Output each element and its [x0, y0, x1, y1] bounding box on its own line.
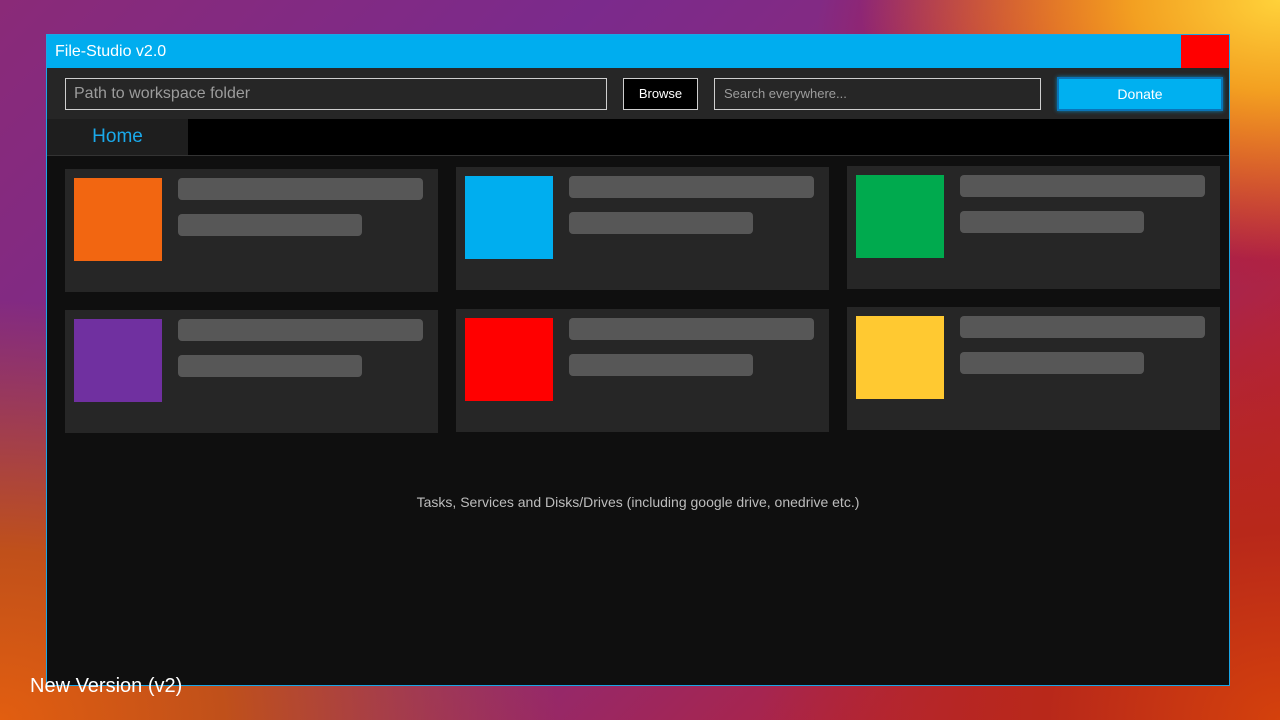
card-1[interactable] [65, 169, 438, 292]
card-4[interactable] [65, 310, 438, 433]
search-input[interactable]: Search everywhere... [714, 78, 1041, 110]
tab-bar: Home [47, 119, 1229, 156]
app-window: File-Studio v2.0 Path to workspace folde… [46, 34, 1230, 686]
card-title-placeholder [178, 178, 423, 200]
card-subtitle-placeholder [960, 211, 1144, 233]
card-2[interactable] [456, 167, 829, 290]
title-bar[interactable]: File-Studio v2.0 [47, 35, 1229, 68]
close-button[interactable] [1181, 35, 1229, 68]
card-subtitle-placeholder [569, 354, 753, 376]
card-title-placeholder [960, 175, 1205, 197]
card-6[interactable] [847, 307, 1220, 430]
card-5[interactable] [456, 309, 829, 432]
card-subtitle-placeholder [178, 355, 362, 377]
card-subtitle-placeholder [178, 214, 362, 236]
workspace-path-input[interactable]: Path to workspace folder [65, 78, 607, 110]
card-title-placeholder [960, 316, 1205, 338]
footer-note: Tasks, Services and Disks/Drives (includ… [416, 494, 860, 510]
donate-button[interactable]: Donate [1057, 77, 1223, 111]
card-color-tile [465, 176, 553, 259]
caption-text: New Version (v2) [30, 675, 183, 697]
card-color-tile [856, 316, 944, 399]
card-color-tile [856, 175, 944, 258]
card-color-tile [74, 319, 162, 402]
window-title: File-Studio v2.0 [55, 43, 167, 60]
card-3[interactable] [847, 166, 1220, 289]
browse-button[interactable]: Browse [623, 78, 698, 110]
card-title-placeholder [178, 319, 423, 341]
card-title-placeholder [569, 318, 814, 340]
card-subtitle-placeholder [960, 352, 1144, 374]
toolbar: Path to workspace folder Browse Search e… [47, 68, 1229, 119]
card-color-tile [74, 178, 162, 261]
card-title-placeholder [569, 176, 814, 198]
card-color-tile [465, 318, 553, 401]
card-subtitle-placeholder [569, 212, 753, 234]
tab-home[interactable]: Home [47, 119, 188, 155]
